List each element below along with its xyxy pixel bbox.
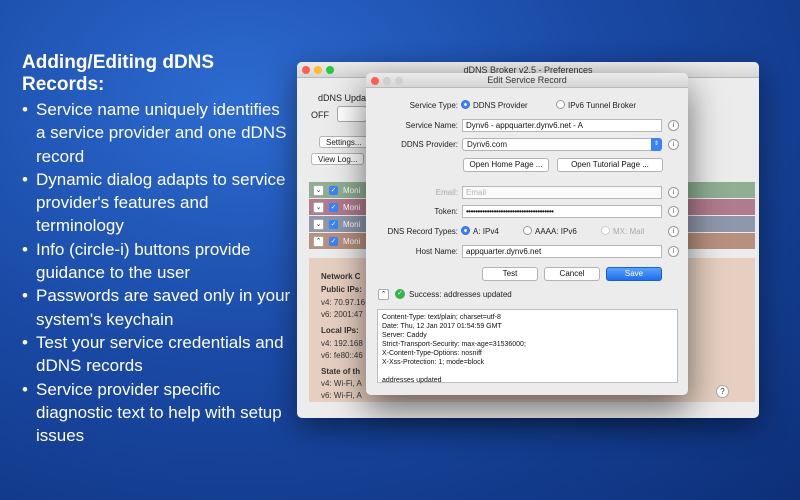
- promo-bullet: Dynamic dialog adapts to service provide…: [22, 168, 292, 238]
- promo-bullet: Passwords are saved only in your system'…: [22, 284, 292, 331]
- radio-unselected-icon: [523, 226, 532, 235]
- promo-bullet: Test your service credentials and dDNS r…: [22, 331, 292, 378]
- service-type-label: Service Type:: [409, 101, 458, 110]
- close-window-button[interactable]: [302, 66, 310, 74]
- monitor-checkbox[interactable]: ✓: [329, 202, 338, 212]
- service-name-field[interactable]: Dynv6 - appquarter.dynv6.net - A: [462, 119, 662, 132]
- ipv6-tunnel-option-label: IPv6 Tunnel Broker: [568, 101, 637, 110]
- token-label: Token:: [434, 207, 458, 216]
- close-dialog-button[interactable]: [371, 77, 379, 85]
- promo-panel: Adding/Editing dDNS Records: Service nam…: [22, 52, 292, 447]
- monitor-checkbox[interactable]: ✓: [329, 185, 338, 195]
- chevron-up-icon[interactable]: ⌃: [378, 289, 389, 300]
- promo-bullet: Service provider specific diagnostic tex…: [22, 378, 292, 448]
- info-icon[interactable]: i: [668, 206, 679, 217]
- email-label: Email:: [435, 188, 458, 197]
- view-log-button[interactable]: View Log...: [311, 153, 365, 165]
- promo-bullet: Info (circle-i) buttons provide guidance…: [22, 238, 292, 285]
- record-type-aaaa-label: AAAA: IPv6: [535, 227, 577, 236]
- local-ips-label: Local IPs:: [321, 326, 359, 335]
- settings-button[interactable]: Settings...: [319, 136, 369, 148]
- diagnostic-line: [382, 367, 673, 376]
- email-field[interactable]: Email: [462, 186, 662, 199]
- chevron-down-icon[interactable]: ⌄: [313, 201, 324, 213]
- diagnostic-line: addresses updated: [382, 377, 442, 384]
- radio-selected-icon: [461, 100, 470, 109]
- public-ipv4: v4: 70.97.16: [321, 298, 366, 307]
- chevron-up-icon[interactable]: ⌃: [313, 235, 324, 247]
- open-tutorial-page-button[interactable]: Open Tutorial Page ...: [557, 158, 663, 172]
- service-name-label: Service Name:: [405, 121, 458, 130]
- zoom-window-button[interactable]: [326, 66, 334, 74]
- local-ipv6: v6: fe80::46: [321, 351, 363, 360]
- record-type-mx-label: MX: Mail: [613, 227, 645, 236]
- dialog-titlebar: Edit Service Record: [366, 73, 688, 88]
- ddns-provider-select[interactable]: Dynv6.com ⇕: [462, 138, 662, 151]
- record-type-aaaa-radio[interactable]: AAAA: IPv6: [523, 226, 577, 236]
- ddns-provider-radio[interactable]: DDNS Provider: [461, 100, 528, 110]
- monitor-checkbox[interactable]: ✓: [329, 219, 338, 229]
- promo-heading: Adding/Editing dDNS Records:: [22, 52, 215, 95]
- network-title: Network C: [321, 272, 361, 281]
- row-label: Moni: [343, 219, 361, 229]
- ddns-update-toggle[interactable]: [337, 106, 367, 122]
- diagnostic-line: Date: Thu, 12 Jan 2017 01:54:59 GMT: [382, 323, 502, 330]
- radio-unselected-icon: [556, 100, 565, 109]
- dialog-title: Edit Service Record: [487, 75, 567, 85]
- minimize-window-button[interactable]: [314, 66, 322, 74]
- zoom-dialog-button: [395, 77, 403, 85]
- save-button[interactable]: Save: [606, 267, 662, 281]
- public-ips-label: Public IPs:: [321, 285, 362, 294]
- edit-service-record-dialog: Edit Service Record Service Type: DDNS P…: [366, 73, 688, 395]
- diagnostic-line: X-Content-Type-Options: nosniff: [382, 350, 482, 357]
- checkmark-success-icon: ✓: [395, 289, 405, 299]
- host-name-field[interactable]: appquarter.dynv6.net: [462, 245, 662, 258]
- ddns-provider-selected: Dynv6.com: [467, 140, 508, 149]
- record-type-a-radio[interactable]: A: IPv4: [461, 226, 499, 236]
- diagnostic-line: Content-Type: text/plain; charset=utf-8: [382, 314, 501, 321]
- dns-record-types-label: DNS Record Types:: [387, 227, 458, 236]
- diagnostic-line: Strict-Transport-Security: max-age=31536…: [382, 341, 526, 348]
- state-label: State of th: [321, 367, 361, 376]
- info-icon[interactable]: i: [668, 226, 679, 237]
- monitor-checkbox[interactable]: ✓: [329, 236, 338, 246]
- info-icon[interactable]: i: [668, 120, 679, 131]
- info-icon[interactable]: i: [668, 246, 679, 257]
- ipv6-tunnel-radio[interactable]: IPv6 Tunnel Broker: [556, 100, 636, 110]
- ddns-provider-option-label: DDNS Provider: [473, 101, 528, 110]
- status-text: Success: addresses updated: [409, 290, 512, 299]
- chevron-down-icon[interactable]: ⌄: [313, 184, 324, 196]
- record-type-a-label: A: IPv4: [473, 227, 499, 236]
- minimize-dialog-button: [383, 77, 391, 85]
- promo-bullet-list: Service name uniquely identifies a servi…: [22, 98, 292, 447]
- radio-disabled-icon: [601, 226, 610, 235]
- ddns-update-label: dDNS Upda: [318, 93, 367, 103]
- info-icon[interactable]: i: [668, 139, 679, 150]
- info-icon[interactable]: i: [668, 187, 679, 198]
- promo-bullet: Service name uniquely identifies a servi…: [22, 98, 292, 168]
- ddns-provider-label: DDNS Provider:: [401, 140, 458, 149]
- open-home-page-button[interactable]: Open Home Page ...: [463, 158, 549, 172]
- diagnostic-line: Server: Caddy: [382, 332, 427, 339]
- local-ipv4: v4: 192.168: [321, 339, 363, 348]
- public-ipv6: v6: 2001:47: [321, 310, 363, 319]
- toggle-off-label: OFF: [311, 110, 329, 120]
- test-button[interactable]: Test: [482, 267, 538, 281]
- diagnostic-line: X-Xss-Protection: 1; mode=block: [382, 359, 485, 366]
- radio-selected-icon: [461, 226, 470, 235]
- chevron-down-icon[interactable]: ⌄: [313, 218, 324, 230]
- record-type-mx-radio[interactable]: MX: Mail: [601, 226, 644, 236]
- state-ipv6: v6: Wi-Fi, A: [321, 391, 362, 400]
- help-button[interactable]: ?: [716, 385, 729, 398]
- token-field[interactable]: ••••••••••••••••••••••••••••••••••••••: [462, 205, 662, 218]
- diagnostic-text-area[interactable]: Content-Type: text/plain; charset=utf-8 …: [377, 309, 678, 384]
- row-label: Moni: [343, 185, 361, 195]
- host-name-label: Host Name:: [415, 247, 458, 256]
- state-ipv4: v4: Wi-Fi, A: [321, 379, 362, 388]
- row-label: Moni: [343, 236, 361, 246]
- cancel-button[interactable]: Cancel: [544, 267, 600, 281]
- popup-arrows-icon: ⇕: [651, 138, 662, 151]
- row-label: Moni: [343, 202, 361, 212]
